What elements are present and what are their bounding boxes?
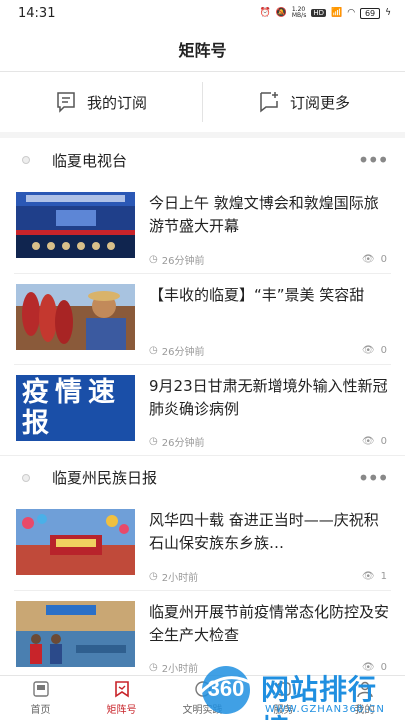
news-time: 26分钟前 (161, 438, 205, 449)
clock-icon: ◷ (149, 254, 158, 265)
subscription-bar: 我的订阅 订阅更多 (0, 72, 405, 132)
news-title: 9月23日甘肃无新增境外输入性新冠肺炎确诊病例 (149, 377, 388, 418)
home-icon (32, 681, 49, 697)
bookmark-icon (114, 681, 129, 698)
news-time: 26分钟前 (161, 347, 205, 358)
news-thumbnail (16, 284, 135, 350)
channel-avatar (22, 473, 30, 482)
charging-icon: ϟ (385, 8, 391, 18)
more-options-icon[interactable]: ••• (358, 466, 389, 490)
news-time: 2小时前 (161, 573, 199, 584)
tab-label: 首页 (30, 705, 51, 716)
news-thumbnail: 疫情速报 (16, 375, 135, 441)
user-icon (356, 681, 373, 698)
bottom-tab-bar: 首页 矩阵号 文明实践 服务 我的 (0, 675, 405, 720)
my-subscriptions-label: 我的订阅 (86, 93, 147, 112)
signal-icon: 📶 (330, 8, 343, 18)
status-time: 14:31 (18, 5, 56, 21)
wifi-icon: ◠ (347, 8, 356, 18)
eye-icon: 👁 (361, 345, 375, 356)
alarm-icon: ⏰ (259, 8, 271, 18)
net-speed: 1.20 MB/s (291, 6, 307, 19)
clock-icon: ◷ (149, 662, 158, 673)
news-item[interactable]: 疫情速报 9月23日甘肃无新增境外输入性新冠肺炎确诊病例 ◷ 26分钟前 👁 0 (14, 364, 391, 455)
channel-name: 临夏州民族日报 (52, 469, 158, 487)
tab-home[interactable]: 首页 (0, 676, 81, 720)
news-meta: ◷ 2小时前 👁 1 (149, 569, 391, 590)
clock-icon: ◷ (149, 436, 158, 447)
civilization-icon (194, 681, 211, 697)
channel-header[interactable]: 临夏电视台 ••• (0, 138, 405, 182)
tab-label: 矩阵号 (106, 705, 137, 716)
news-item[interactable]: 风华四十载 奋进正当时——庆祝积石山保安族东乡族… ◷ 2小时前 👁 1 (14, 499, 391, 590)
eye-icon: 👁 (361, 571, 375, 582)
news-views: 1 (380, 571, 387, 582)
tab-label: 我的 (354, 705, 375, 716)
my-subscriptions-button[interactable]: 我的订阅 (0, 72, 202, 132)
news-views: 0 (380, 345, 387, 356)
status-icons: ⏰ 🔕 1.20 MB/s HD 📶 ◠ 69 ϟ (259, 7, 391, 19)
tab-matrix[interactable]: 矩阵号 (81, 676, 162, 720)
clock-icon: ◷ (149, 571, 158, 582)
tab-label: 服务 (273, 705, 294, 716)
subscribe-list-icon (57, 92, 75, 113)
news-time: 2小时前 (161, 664, 199, 675)
news-views: 0 (380, 254, 387, 265)
news-thumbnail (16, 509, 135, 575)
tab-civilization[interactable]: 文明实践 (162, 676, 243, 720)
news-time: 26分钟前 (161, 256, 205, 267)
news-meta: ◷ 26分钟前 👁 0 (149, 434, 391, 455)
more-subscriptions-label: 订阅更多 (289, 93, 350, 112)
hd-icon: HD (311, 9, 326, 17)
clock-icon: ◷ (149, 345, 158, 356)
news-views: 0 (380, 436, 387, 447)
eye-icon: 👁 (361, 436, 375, 447)
battery-icon: 69 (360, 7, 381, 19)
news-meta: ◷ 2小时前 👁 0 (149, 660, 391, 675)
channel-avatar (22, 156, 30, 164)
tab-service[interactable]: 服务 (243, 676, 324, 720)
news-item[interactable]: 【丰收的临夏】“丰”景美 笑容甜 ◷ 26分钟前 👁 0 (14, 273, 391, 364)
news-title: 风华四十载 奋进正当时——庆祝积石山保安族东乡族… (149, 511, 379, 552)
page-title: 矩阵号 (0, 26, 405, 72)
channel-header[interactable]: 临夏州民族日报 ••• (0, 455, 405, 499)
news-views: 0 (380, 662, 387, 673)
news-item[interactable]: 今日上午 敦煌文博会和敦煌国际旅游节盛大开幕 ◷ 26分钟前 👁 0 (14, 182, 391, 273)
news-title: 【丰收的临夏】“丰”景美 笑容甜 (149, 286, 365, 304)
news-thumbnail (16, 601, 135, 667)
news-title: 今日上午 敦煌文博会和敦煌国际旅游节盛大开幕 (149, 194, 379, 235)
news-item[interactable]: 临夏州开展节前疫情常态化防控及安全生产大检查 ◷ 2小时前 👁 0 (14, 590, 391, 675)
mute-icon: 🔕 (275, 8, 287, 18)
tab-mine[interactable]: 我的 (324, 676, 405, 720)
eye-icon: 👁 (361, 254, 375, 265)
news-meta: ◷ 26分钟前 👁 0 (149, 252, 391, 273)
eye-icon: 👁 (361, 662, 375, 673)
channel-name: 临夏电视台 (52, 151, 128, 170)
more-options-icon[interactable]: ••• (358, 148, 389, 172)
thumbnail-text: 疫情速报 (22, 377, 121, 439)
service-icon (276, 682, 291, 696)
feed: 临夏电视台 ••• 今日上午 敦煌文博会和敦煌国际旅游节盛大开幕 ◷ 26分钟前 … (0, 138, 405, 675)
news-thumbnail (16, 192, 135, 258)
status-bar: 14:31 ⏰ 🔕 1.20 MB/s HD 📶 ◠ 69 ϟ (0, 0, 405, 26)
subscribe-add-icon (260, 92, 278, 113)
more-subscriptions-button[interactable]: 订阅更多 (203, 72, 405, 132)
news-title: 临夏州开展节前疫情常态化防控及安全生产大检查 (149, 603, 390, 644)
tab-label: 文明实践 (182, 705, 223, 716)
news-meta: ◷ 26分钟前 👁 0 (149, 343, 391, 364)
